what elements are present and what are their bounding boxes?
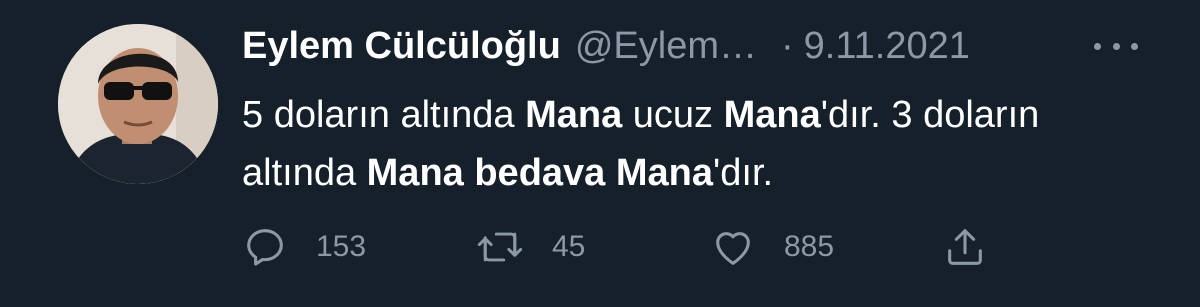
reply-count: 153 (316, 230, 367, 263)
more-dot (1131, 42, 1138, 50)
retweet-icon (477, 232, 523, 262)
tweet-text-segment: ucuz (622, 94, 724, 136)
reply-button[interactable]: 153 (242, 222, 366, 272)
share-icon (948, 229, 982, 265)
more-options-icon[interactable] (1094, 34, 1138, 58)
like-count: 885 (784, 230, 835, 263)
tweet-date[interactable]: 9.11.2021 (804, 25, 970, 68)
like-button[interactable]: 885 (710, 222, 834, 272)
share-button[interactable] (942, 222, 988, 272)
header-separator: · (780, 24, 794, 67)
tweet-header: Eylem Cülcüloğlu @Eylem… · 9.11.2021 (242, 22, 970, 70)
tweet-text-segment: 'dır. (713, 152, 774, 194)
avatar[interactable] (58, 24, 218, 184)
heart-icon (716, 232, 750, 265)
retweet-count: 45 (552, 230, 586, 263)
more-dot (1112, 42, 1120, 50)
tweet-text-segment: Mana (723, 94, 821, 136)
more-dot (1094, 42, 1101, 50)
tweet-text-segment: Mana (525, 94, 623, 136)
tweet-text: 5 doların altında Mana ucuz Mana'dır. 3 … (242, 86, 1142, 202)
reply-icon (247, 229, 283, 266)
author-handle[interactable]: @Eylem… (575, 25, 757, 68)
tweet-text-segment: 5 doların altında (242, 94, 526, 136)
tweet-actions: 153 45 885 (242, 222, 1022, 272)
retweet-button[interactable]: 45 (476, 222, 585, 272)
author-name[interactable]: Eylem Cülcüloğlu (242, 25, 561, 68)
tweet-text-segment: Mana bedava Mana (366, 152, 713, 194)
